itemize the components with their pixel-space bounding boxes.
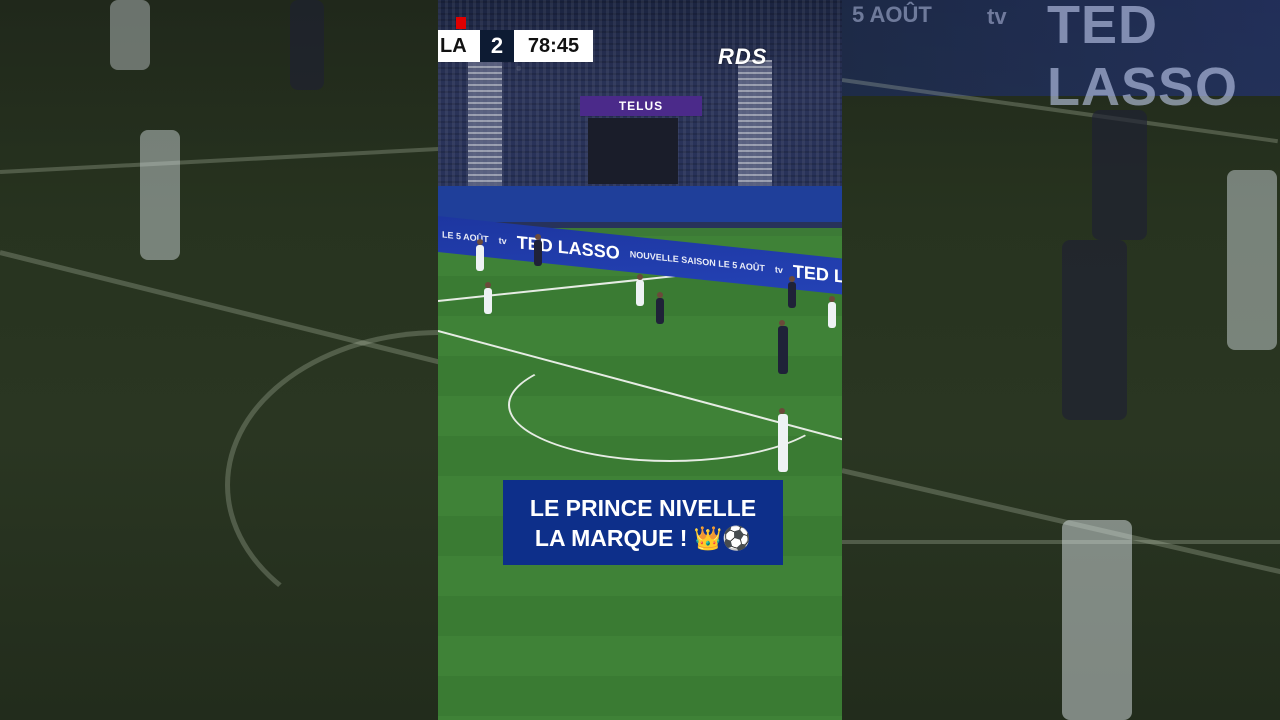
pitch-arc	[225, 330, 438, 640]
team-abbrev: LA	[438, 30, 480, 62]
apple-tv-icon: tv	[498, 235, 507, 247]
stadium-wall	[438, 186, 842, 222]
player-blur	[110, 0, 150, 70]
player-white	[484, 282, 492, 314]
match-clock: 78:45	[514, 30, 593, 62]
player-blur	[1062, 520, 1132, 720]
player-navy	[778, 320, 788, 374]
player-white	[636, 274, 644, 306]
player-white	[828, 296, 836, 328]
stairs	[738, 60, 772, 190]
player-white	[476, 239, 484, 271]
broadcaster-logo: RDS	[718, 44, 768, 69]
scoreboard: LA 2 78:45	[438, 30, 593, 62]
player-white	[778, 408, 788, 472]
caption-box: LE PRINCE NIVELLE LA MARQUE ! 👑⚽	[503, 480, 783, 565]
right-blurred-background: TED LASSO 5 AOÛT tv	[842, 0, 1280, 720]
player-blur	[1227, 170, 1277, 350]
video-frame[interactable]: TELUS LE 5 AOÛT tv TED LASSO NOUVELLE SA…	[438, 0, 842, 720]
blurred-board-tv: tv	[987, 4, 1007, 29]
pitch-line	[842, 468, 1280, 577]
player-navy	[656, 292, 664, 324]
left-blurred-background	[0, 0, 438, 720]
board-main: TED LASSO	[792, 260, 842, 292]
pitch-line	[0, 146, 438, 174]
stairs	[468, 60, 502, 190]
telus-sign: TELUS	[580, 96, 702, 116]
board-main: TED LASSO	[516, 231, 620, 263]
pitch	[438, 236, 842, 720]
blurred-board-main: TED LASSO	[1047, 0, 1239, 117]
board-sub: NOUVELLE SAISON LE 5 AOÛT	[629, 249, 765, 274]
player-blur	[290, 0, 324, 90]
red-card-icon	[456, 17, 466, 29]
player-navy	[534, 234, 542, 266]
player-blur	[1092, 110, 1147, 240]
caption-line-2: LA MARQUE ! 👑⚽	[534, 524, 752, 551]
apple-tv-icon: tv	[774, 264, 783, 276]
player-navy	[788, 276, 796, 308]
caption-line-1: LE PRINCE NIVELLE	[529, 494, 757, 521]
player-blur	[1062, 240, 1127, 420]
player-blur	[140, 130, 180, 260]
blurred-board-text: 5 AOÛT	[852, 2, 932, 27]
pitch-line	[842, 540, 1280, 544]
tunnel	[588, 118, 678, 184]
goals: 2	[480, 30, 514, 62]
